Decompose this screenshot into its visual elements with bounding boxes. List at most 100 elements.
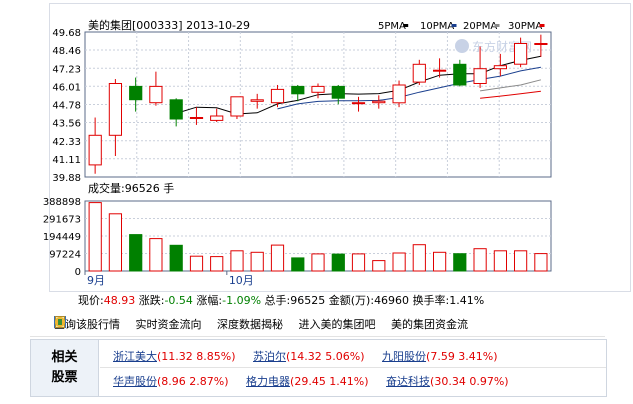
related-stock[interactable]: 苏泊尔(14.32 5.06%) (253, 350, 365, 363)
volume-bar-up (88, 202, 102, 272)
volume-bar-up (534, 253, 548, 272)
quick-links: 查询该股行情 实时资金流向 深度数据揭秘 进入美的集团吧 美的集团资金流 (54, 316, 480, 332)
candle-body-up (412, 63, 426, 83)
price-tick-label: 43.56 (52, 119, 81, 130)
candle-body-up (270, 88, 285, 104)
ma-legend: 5PMA 10PMA 20PMA 30PMA (378, 21, 545, 32)
link-forum[interactable]: 进入美的集团吧 (55, 317, 380, 331)
volume-bar-down (129, 234, 143, 272)
price-tick-label: 47.23 (52, 64, 81, 75)
volume-tick-label: 388898 (43, 197, 81, 208)
candle-body-up (473, 68, 487, 84)
link-deep-data[interactable]: 深度数据揭秘 (55, 316, 287, 331)
volume-bar-down (331, 253, 345, 272)
related-stock[interactable]: 格力电器(29.45 1.41%) (246, 375, 369, 388)
volume-bar-up (412, 244, 426, 272)
candle-body-up (88, 134, 102, 166)
price-tick-label: 41.11 (52, 155, 81, 166)
volume-bar-up (351, 253, 366, 272)
candle-body-up (392, 84, 406, 104)
related-header: 相关 股票 (31, 340, 99, 396)
candle-body-up (311, 85, 325, 93)
amount-value: 46960 (374, 294, 410, 307)
related-stocks: 相关 股票 浙江美大(11.32 8.85%) 苏泊尔(14.32 5.06%)… (30, 339, 607, 397)
amount-label: 金额(万): (328, 294, 375, 307)
candle-body-up (351, 102, 366, 105)
volume-bar-down (453, 253, 467, 272)
related-row-1: 浙江美大(11.32 8.85%) 苏泊尔(14.32 5.06%) 九阳股份(… (113, 348, 512, 364)
candle-body-up (514, 43, 528, 65)
ma-legend-label: 10PMA (420, 21, 454, 32)
volume-tick-label: 97224 (49, 250, 81, 261)
volume-bar-up (210, 256, 224, 272)
candle-body-down (291, 85, 305, 95)
change-value: -0.54 (164, 294, 193, 307)
candle-body-up (189, 117, 204, 119)
x-axis-label: 9月 (87, 274, 105, 287)
quote-line: 现价:48.93 涨跌:-0.54 涨幅:-1.09% 总手:96525 金额(… (78, 292, 484, 308)
total-hands-label: 总手: (264, 294, 291, 307)
volume-tick-label: 291673 (43, 215, 81, 226)
candle-body-up (108, 83, 123, 136)
related-row-2: 华声股份(8.96 2.87%) 格力电器(29.45 1.41%) 奋达科技(… (113, 373, 523, 389)
price-tick-label: 48.46 (52, 46, 81, 57)
kline-chart: 49.68 48.46 47.23 46.01 44.78 43.56 42.33 41.11… (43, 18, 552, 287)
related-stock[interactable]: 九阳股份(7.59 3.41%) (382, 350, 498, 363)
volume-bar-up (473, 248, 487, 272)
link-capital-flow[interactable]: 实时资金流向 (55, 317, 206, 331)
volume-bar-up (230, 250, 244, 272)
candle-body-down (331, 85, 345, 99)
link-money-flow[interactable]: 美的集团资金流 (55, 317, 468, 331)
volume-bar-up (372, 260, 386, 272)
ma-legend-label: 20PMA (463, 21, 497, 32)
volume-bar-up (433, 251, 447, 272)
total-hands-value: 96525 (290, 294, 326, 307)
volume-bar-up (311, 253, 325, 272)
candle-body-up (250, 99, 264, 102)
x-axis-label: 10月 (229, 274, 254, 287)
volume-label: 成交量:96526 手 (88, 181, 174, 195)
turnover-value: 1.41% (449, 294, 485, 307)
candle-body-up (149, 85, 163, 104)
candle-body-up (372, 100, 386, 104)
candle-body-down (453, 63, 467, 86)
separator (30, 336, 605, 337)
price-label: 现价: (78, 294, 104, 307)
candle-body-up (210, 115, 224, 121)
ma-legend-swatch (494, 24, 500, 27)
related-stock[interactable]: 浙江美大(11.32 8.85%) (113, 350, 236, 363)
money-flow-icon (55, 317, 65, 327)
volume-bar-up (392, 252, 406, 272)
volume-bar-down (169, 244, 183, 272)
related-stock[interactable]: 华声股份(8.96 2.87%) (113, 375, 229, 388)
candle-body-up (433, 69, 447, 72)
pct-label: 涨幅: (196, 294, 223, 307)
ma-legend-swatch (451, 24, 457, 27)
volume-bar-up (250, 251, 264, 272)
ma-legend-label: 30PMA (508, 21, 542, 32)
related-stock[interactable]: 奋达科技(30.34 0.97%) (386, 375, 509, 388)
turnover-label: 换手率: (412, 294, 450, 307)
price-value: 48.93 (103, 294, 136, 307)
volume-bar-down (291, 257, 305, 272)
change-label: 涨跌: (138, 294, 165, 307)
chart-title: 美的集团[000333] 2013-10-29 (88, 18, 250, 32)
candle-body-up (230, 96, 244, 117)
ma-legend-swatch (539, 24, 545, 27)
candle-body-up (493, 65, 507, 70)
ma-legend-label: 5PMA (378, 21, 406, 32)
volume-bar-up (108, 213, 123, 272)
pct-value: -1.09% (222, 294, 262, 307)
volume-bar-up (514, 250, 528, 272)
price-tick-label: 46.01 (52, 82, 81, 93)
candle-body-down (169, 99, 183, 120)
volume-bar-up (493, 250, 507, 272)
volume-bar-up (149, 238, 163, 272)
candle-body-down (129, 85, 143, 101)
price-tick-label: 44.78 (52, 101, 81, 112)
price-tick-label: 42.33 (52, 137, 81, 148)
price-tick-label: 49.68 (52, 28, 81, 39)
ma-legend-swatch (403, 24, 409, 27)
price-tick-label: 39.88 (52, 173, 81, 184)
candle-body-up (534, 43, 548, 45)
